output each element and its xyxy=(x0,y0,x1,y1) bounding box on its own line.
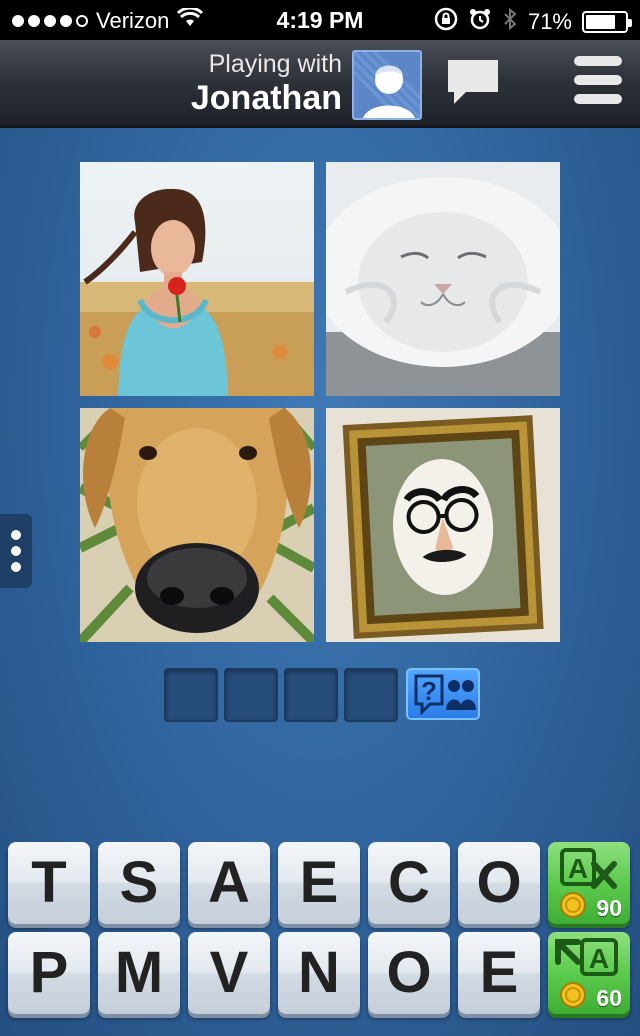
letter-tile[interactable]: A xyxy=(188,842,270,924)
answer-slot-4[interactable] xyxy=(344,668,398,722)
letter-tile[interactable]: E xyxy=(458,932,540,1014)
bluetooth-icon xyxy=(502,7,518,37)
letter-tile[interactable]: P xyxy=(8,932,90,1014)
question-friends-icon: ? xyxy=(414,674,476,716)
letter-tile[interactable]: N xyxy=(278,932,360,1014)
svg-text:?: ? xyxy=(421,676,437,706)
reveal-letter-cost: 60 xyxy=(596,985,622,1011)
partner-info: Playing with Jonathan xyxy=(191,50,342,118)
ask-friends-button[interactable]: ? xyxy=(406,668,480,720)
answer-slot-3[interactable] xyxy=(284,668,338,722)
alarm-icon xyxy=(468,7,492,37)
coin-icon xyxy=(560,892,586,918)
letter-tile[interactable]: T xyxy=(8,842,90,924)
letter-tile[interactable]: V xyxy=(188,932,270,1014)
battery-percent: 71% xyxy=(527,9,572,34)
letter-tile[interactable]: C xyxy=(368,842,450,924)
reveal-letter-button[interactable]: A 60 xyxy=(548,932,630,1014)
letter-tile[interactable]: M xyxy=(98,932,180,1014)
battery-icon xyxy=(582,11,632,33)
status-bar: Verizon 4:19 PM 71% xyxy=(0,0,640,40)
chat-bubble-icon[interactable] xyxy=(444,56,502,108)
svg-text:A: A xyxy=(568,853,588,884)
remove-letters-cost: 90 xyxy=(596,895,622,921)
hamburger-menu-icon[interactable] xyxy=(574,56,622,108)
answer-slot-2[interactable] xyxy=(224,668,278,722)
svg-text:A: A xyxy=(589,943,609,974)
letter-tile[interactable]: E xyxy=(278,842,360,924)
vertical-dots-icon[interactable] xyxy=(0,514,32,588)
letter-tile[interactable]: O xyxy=(368,932,450,1014)
photo-woman-with-red-flower[interactable] xyxy=(80,162,314,396)
remove-letters-button[interactable]: A 90 xyxy=(548,842,630,924)
photo-white-cat-face[interactable] xyxy=(326,162,560,396)
nav-bar: Playing with Jonathan xyxy=(0,40,640,128)
status-right: 71% xyxy=(434,7,632,37)
photo-framed-disguise-glasses-nose[interactable] xyxy=(326,408,560,642)
partner-name: Jonathan xyxy=(190,79,342,117)
rotation-lock-icon xyxy=(434,7,458,37)
letter-tile[interactable]: S xyxy=(98,842,180,924)
person-avatar-icon[interactable] xyxy=(352,50,422,120)
coin-icon xyxy=(560,982,586,1008)
answer-slot-1[interactable] xyxy=(164,668,218,722)
letter-tile[interactable]: O xyxy=(458,842,540,924)
playing-with-label: Playing with xyxy=(208,50,342,78)
photo-dog-nose-closeup[interactable] xyxy=(80,408,314,642)
